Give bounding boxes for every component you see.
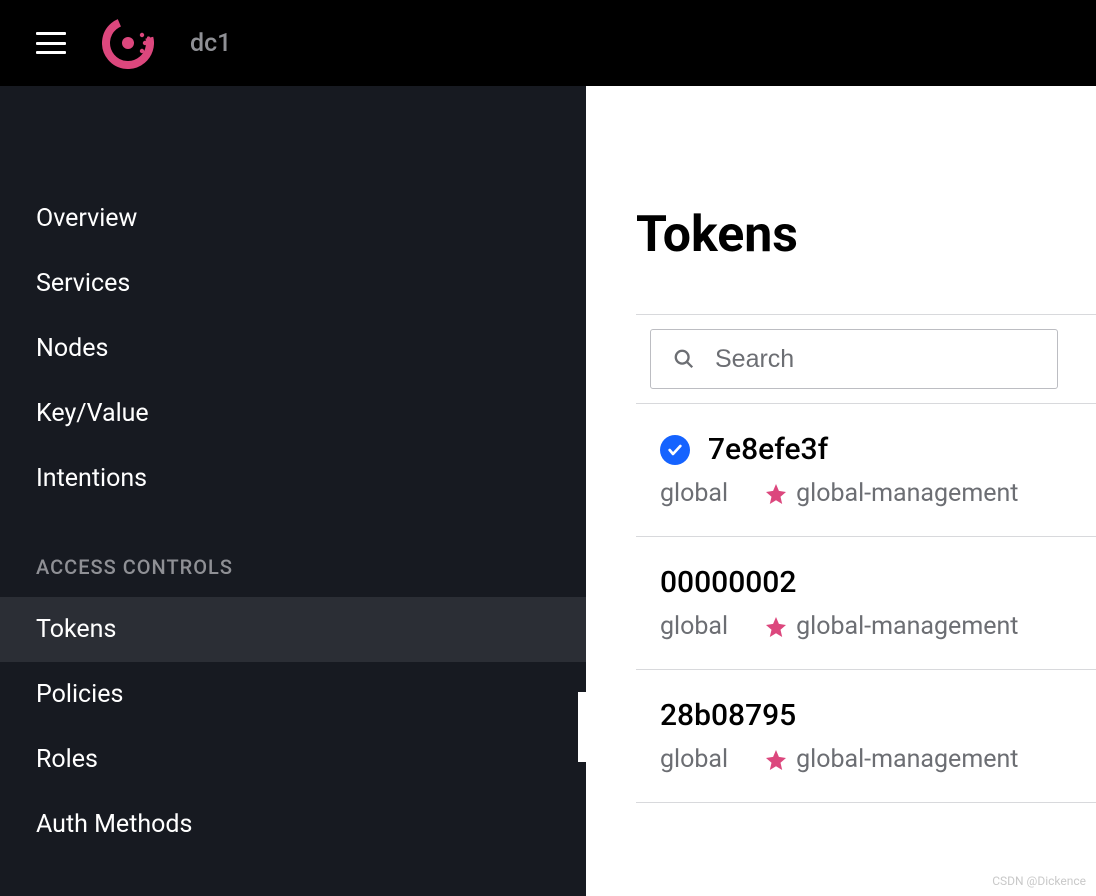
token-policy-label: global-management [796, 612, 1018, 641]
token-policy: global-management [764, 745, 1018, 774]
token-list: 7e8efe3f global global-management 000000… [636, 404, 1096, 803]
sidebar-item-roles[interactable]: Roles [0, 727, 586, 792]
token-policy-label: global-management [796, 745, 1018, 774]
sidebar-item-services[interactable]: Services [0, 251, 586, 316]
consul-logo-icon [102, 17, 154, 69]
watermark: CSDN @Dickence [992, 874, 1086, 888]
star-icon [764, 482, 788, 506]
star-icon [764, 748, 788, 772]
sidebar-item-overview[interactable]: Overview [0, 186, 586, 251]
token-id: 28b08795 [660, 698, 796, 733]
sidebar-nav: Overview Services Nodes Key/Value Intent… [0, 86, 586, 896]
search-input[interactable] [715, 345, 1035, 374]
token-scope: global [660, 479, 728, 508]
sidebar-item-auth-methods[interactable]: Auth Methods [0, 792, 586, 857]
token-scope: global [660, 612, 728, 641]
search-box[interactable] [650, 329, 1058, 389]
check-circle-icon [660, 435, 690, 465]
sidebar-item-nodes[interactable]: Nodes [0, 316, 586, 381]
page-title: Tokens [636, 206, 1096, 264]
sidebar-item-keyvalue[interactable]: Key/Value [0, 381, 586, 446]
menu-icon[interactable] [36, 32, 66, 54]
token-row[interactable]: 28b08795 global global-management [636, 670, 1096, 803]
token-scope: global [660, 745, 728, 774]
token-id: 00000002 [660, 565, 796, 600]
search-icon [673, 348, 695, 370]
app-header: dc1 [0, 0, 1096, 86]
sidebar-item-intentions[interactable]: Intentions [0, 446, 586, 511]
token-row[interactable]: 7e8efe3f global global-management [636, 404, 1096, 537]
sidebar-item-tokens[interactable]: Tokens [0, 597, 586, 662]
main-content: Tokens 7e8efe3f [586, 86, 1096, 896]
sidebar-item-policies[interactable]: Policies [0, 662, 586, 727]
search-bar [636, 314, 1096, 404]
token-policy-label: global-management [796, 479, 1018, 508]
token-id: 7e8efe3f [708, 432, 828, 467]
star-icon [764, 615, 788, 639]
token-policy: global-management [764, 479, 1018, 508]
sidebar-section-access-controls: ACCESS CONTROLS [0, 511, 586, 597]
token-row[interactable]: 00000002 global global-management [636, 537, 1096, 670]
datacenter-selector[interactable]: dc1 [190, 29, 231, 58]
token-policy: global-management [764, 612, 1018, 641]
